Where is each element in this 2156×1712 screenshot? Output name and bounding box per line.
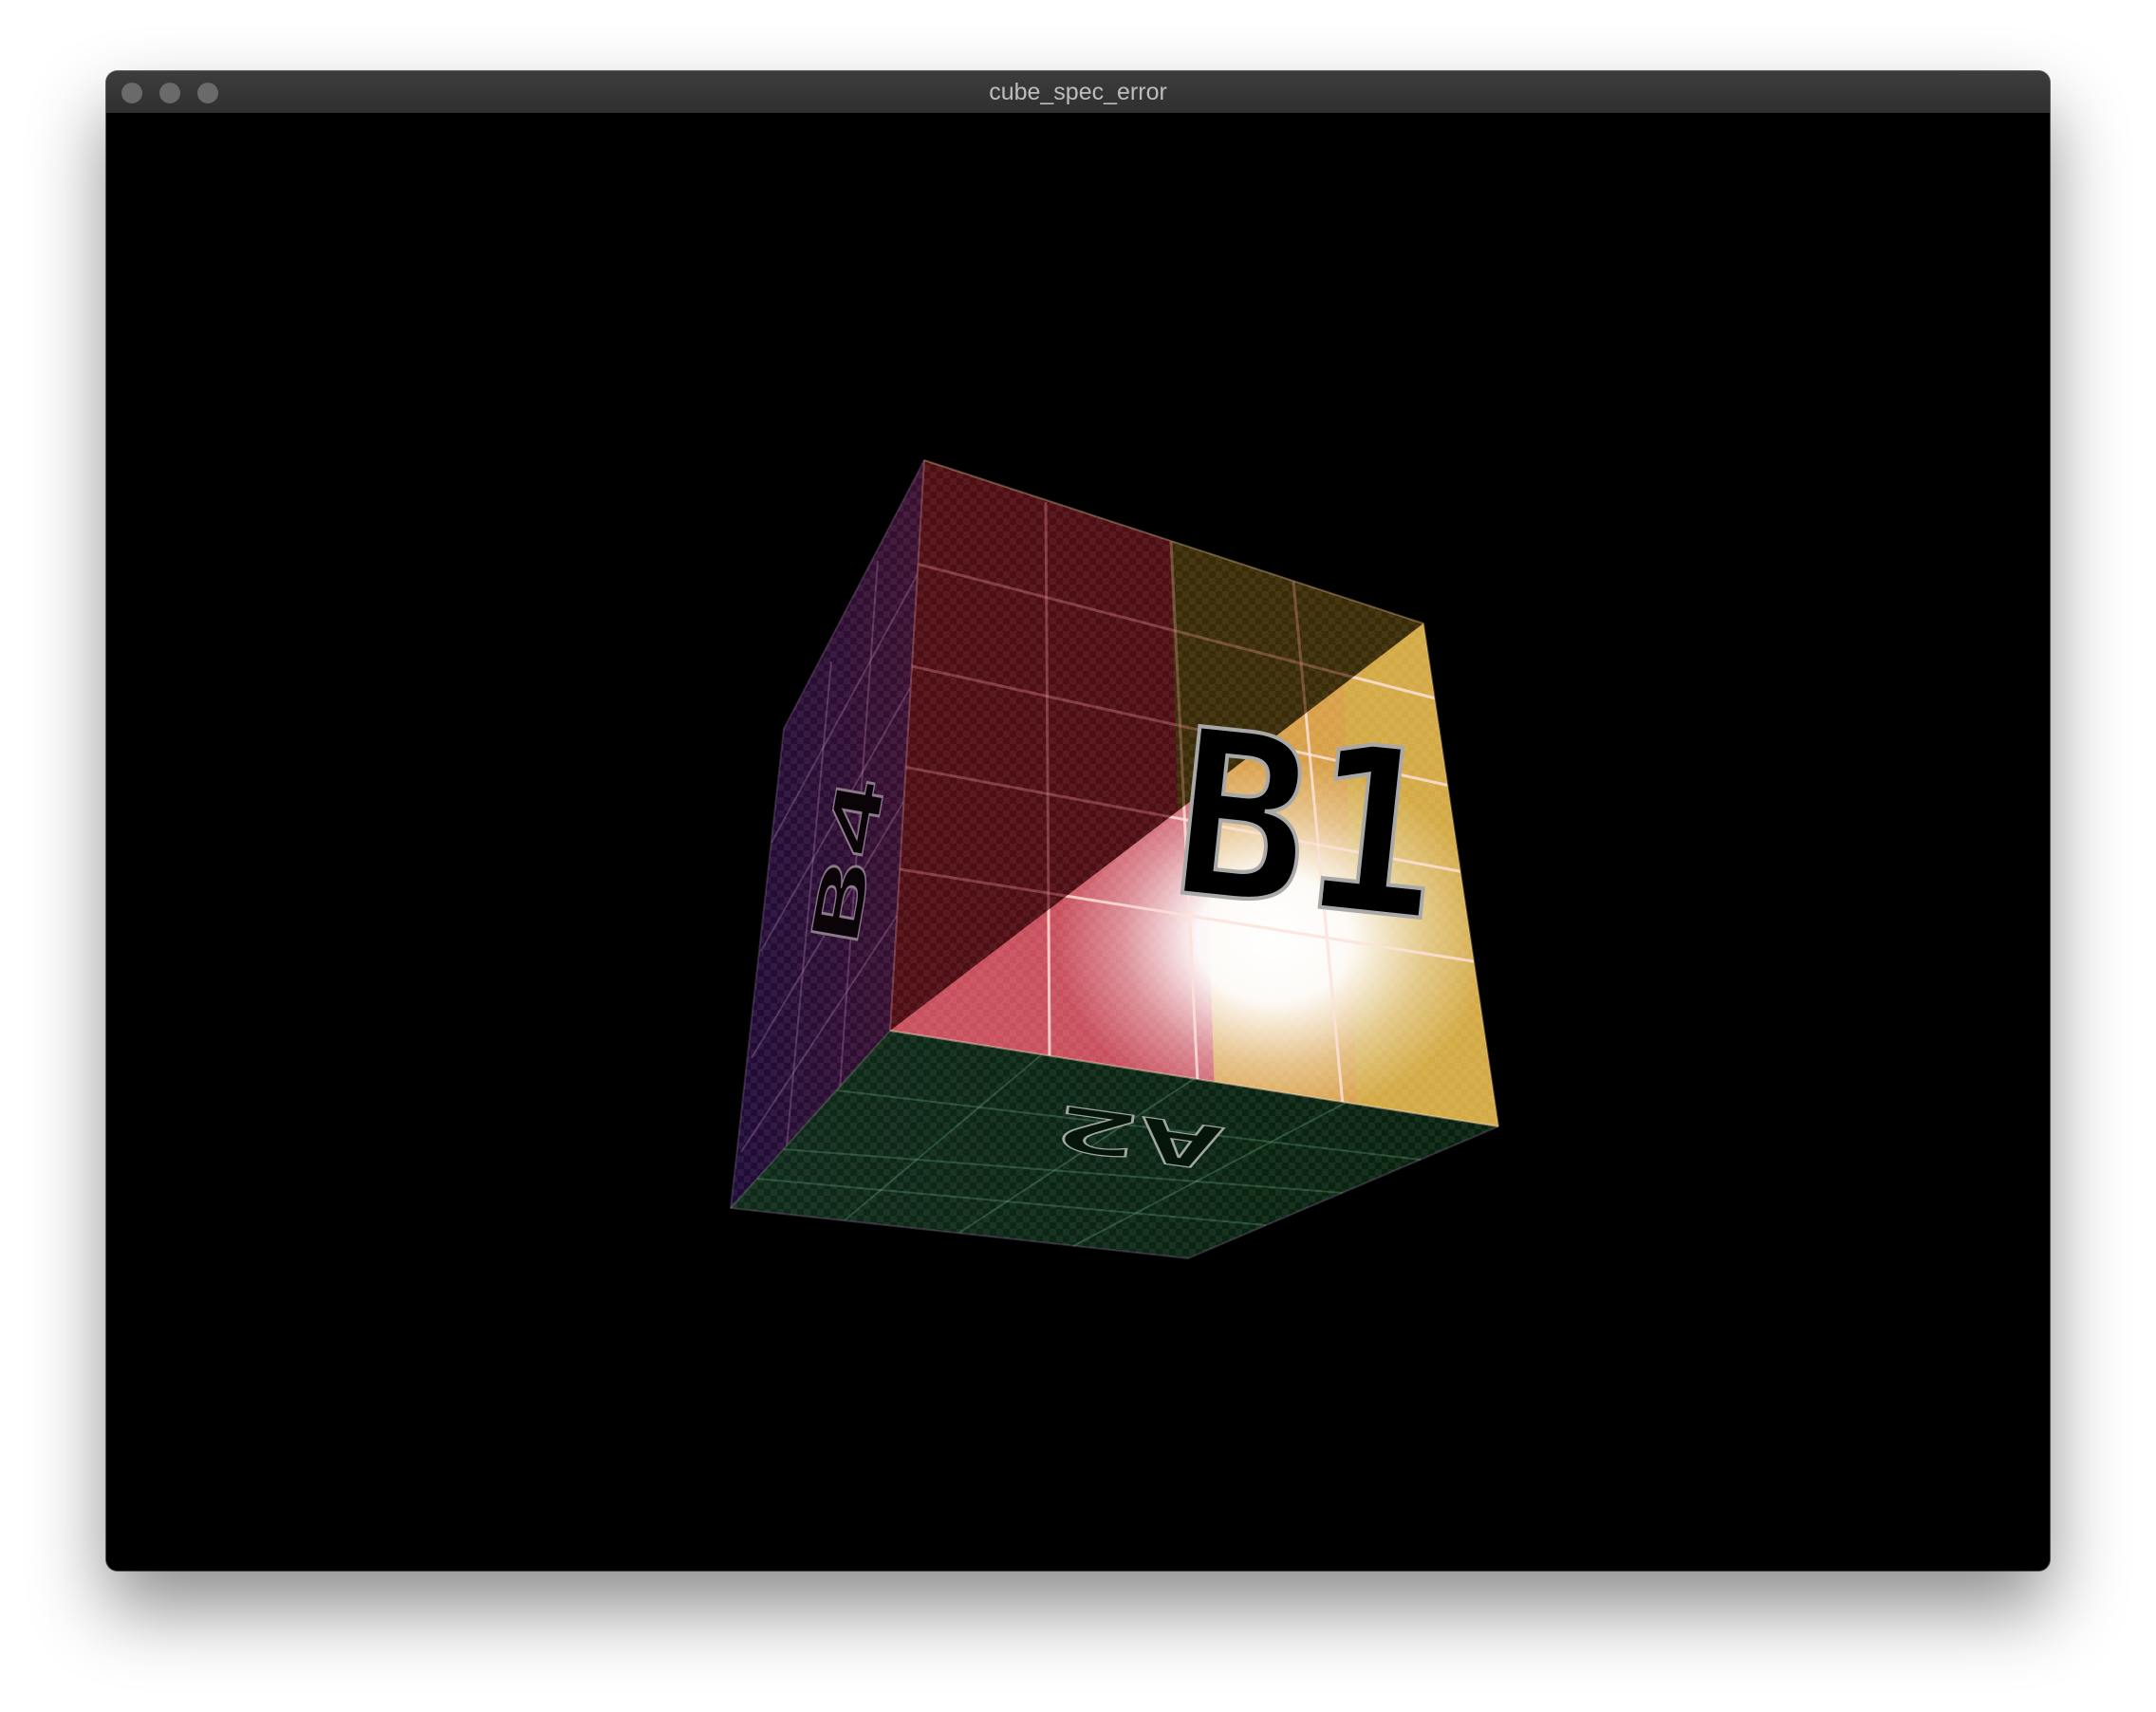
render-viewport[interactable]: B4 A2 B1 [106, 113, 2050, 1571]
front-face-label: B1 [1163, 679, 1453, 973]
title-bar[interactable]: cube_spec_error [106, 71, 2050, 114]
window-title: cube_spec_error [989, 79, 1167, 105]
cube-scene: B4 A2 B1 [729, 459, 1499, 1260]
app-window: cube_spec_error B4 A2 B1 [106, 71, 2050, 1571]
